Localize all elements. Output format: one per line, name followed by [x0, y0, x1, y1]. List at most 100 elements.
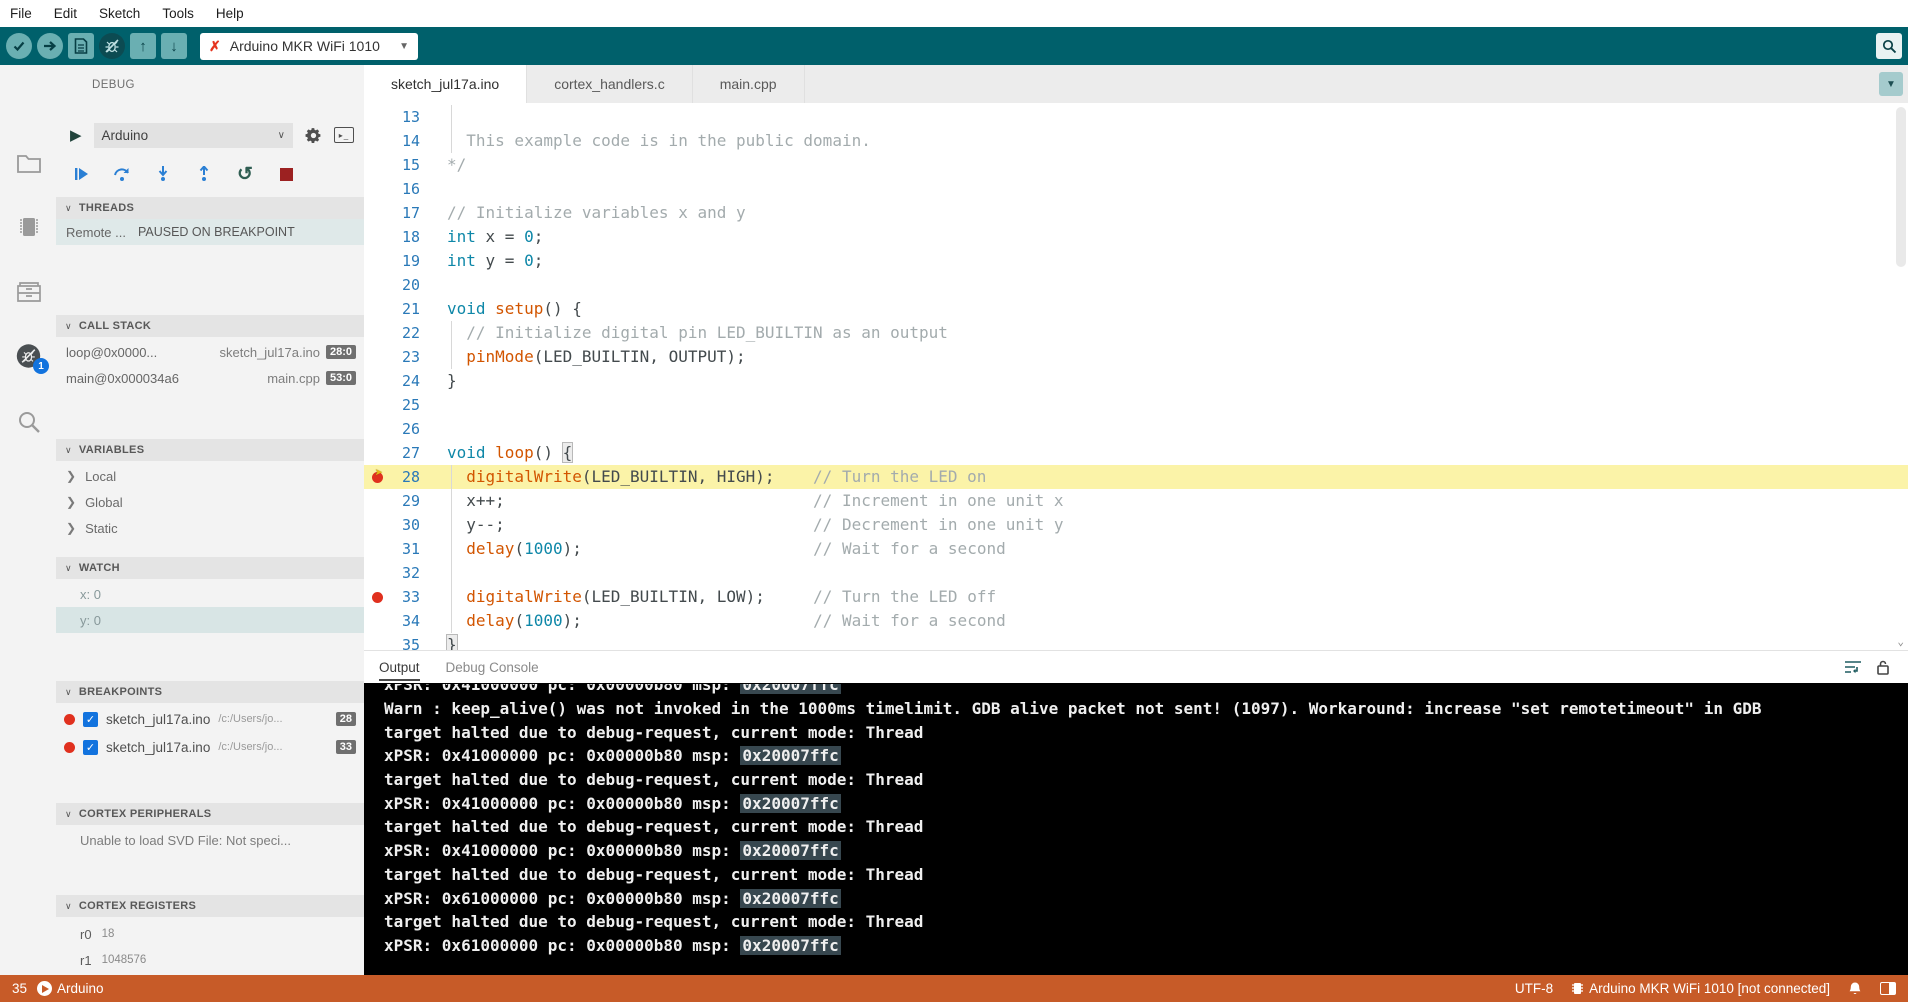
gutter[interactable]: 29 [364, 489, 447, 513]
step-out-button[interactable] [195, 165, 213, 183]
variables-scope-local[interactable]: ❯Local [56, 463, 364, 489]
soft-wrap-icon[interactable] [1844, 659, 1862, 675]
menu-item-help[interactable]: Help [216, 6, 244, 21]
code-line-25[interactable]: 25 [364, 393, 1908, 417]
gutter[interactable]: 23 [364, 345, 447, 369]
restart-button[interactable]: ↺ [236, 165, 254, 183]
code-line-22[interactable]: 22 // Initialize digital pin LED_BUILTIN… [364, 321, 1908, 345]
upload-button[interactable] [37, 33, 63, 59]
editor-dropdown-button[interactable]: ▼ [1879, 72, 1903, 96]
code-line-16[interactable]: 16 [364, 177, 1908, 201]
code-line-31[interactable]: 31 delay(1000); // Wait for a second [364, 537, 1908, 561]
gutter[interactable]: 35 [364, 633, 447, 650]
start-debug-icon[interactable]: ▶ [70, 126, 82, 144]
export-binary-button[interactable]: ↓ [161, 33, 187, 59]
breakpoint-checkbox[interactable]: ✓ [83, 712, 98, 727]
code-line-30[interactable]: 30 y--; // Decrement in one unit y [364, 513, 1908, 537]
tab-main.cpp[interactable]: main.cpp [693, 65, 805, 103]
debug-config-select[interactable]: Arduino ∨ [94, 123, 293, 148]
gutter[interactable]: 16 [364, 177, 447, 201]
serial-monitor-button[interactable] [1876, 33, 1902, 59]
continue-button[interactable] [72, 165, 90, 183]
code-line-20[interactable]: 20 [364, 273, 1908, 297]
watch-section-header[interactable]: ∨ WATCH [56, 557, 364, 579]
code-line-35[interactable]: 35} [364, 633, 1908, 650]
gutter[interactable]: 17 [364, 201, 447, 225]
gutter[interactable]: 18 [364, 225, 447, 249]
breakpoint-checkbox[interactable]: ✓ [83, 740, 98, 755]
gutter[interactable]: 33 [364, 585, 447, 609]
debug-settings-button[interactable] [305, 127, 322, 144]
code-line-19[interactable]: 19int y = 0; [364, 249, 1908, 273]
debug-button[interactable] [99, 33, 125, 59]
sidebar-item-search[interactable] [15, 408, 42, 435]
menu-item-sketch[interactable]: Sketch [99, 6, 140, 21]
code-line-13[interactable]: 13 [364, 105, 1908, 129]
step-into-button[interactable] [154, 165, 172, 183]
code-line-32[interactable]: 32 [364, 561, 1908, 585]
sidebar-item-sketchbook[interactable] [15, 149, 42, 176]
call-stack-section-header[interactable]: ∨ CALL STACK [56, 315, 364, 337]
cortex-registers-section-header[interactable]: ∨ CORTEX REGISTERS [56, 895, 364, 917]
status-encoding[interactable]: UTF-8 [1515, 981, 1553, 996]
code-line-33[interactable]: 33 digitalWrite(LED_BUILTIN, LOW); // Tu… [364, 585, 1908, 609]
code-line-26[interactable]: 26 [364, 417, 1908, 441]
gutter[interactable]: 14 [364, 129, 447, 153]
call-stack-row[interactable]: main@0x000034a6main.cpp53:0 [56, 365, 364, 391]
open-debug-console-button[interactable]: ▸_ [334, 127, 354, 143]
code-line-24[interactable]: 24} [364, 369, 1908, 393]
gutter[interactable]: 15 [364, 153, 447, 177]
gutter[interactable]: 32 [364, 561, 447, 585]
tab-debug-console[interactable]: Debug Console [446, 660, 539, 675]
gutter[interactable]: 30 [364, 513, 447, 537]
code-line-18[interactable]: 18int x = 0; [364, 225, 1908, 249]
menu-item-edit[interactable]: Edit [54, 6, 77, 21]
threads-section-header[interactable]: ∨ THREADS [56, 197, 364, 219]
code-editor[interactable]: ⌄ 1314 This example code is in the publi… [364, 103, 1908, 650]
toggle-panel-icon[interactable] [1880, 982, 1896, 995]
scroll-lock-icon[interactable] [1876, 659, 1890, 675]
code-line-29[interactable]: 29 x++; // Increment in one unit x [364, 489, 1908, 513]
menu-item-tools[interactable]: Tools [162, 6, 194, 21]
cortex-peripherals-section-header[interactable]: ∨ CORTEX PERIPHERALS [56, 803, 364, 825]
code-line-15[interactable]: 15*/ [364, 153, 1908, 177]
gutter[interactable]: ➤28 [364, 465, 447, 489]
code-line-28[interactable]: ➤28 digitalWrite(LED_BUILTIN, HIGH); // … [364, 465, 1908, 489]
gutter[interactable]: 19 [364, 249, 447, 273]
thread-row[interactable]: Remote ... PAUSED ON BREAKPOINT [56, 219, 364, 245]
register-row-r0[interactable]: r018 [56, 921, 364, 947]
breakpoint-row[interactable]: ✓sketch_jul17a.ino/c:/Users/jo...28 [56, 705, 364, 733]
output-console[interactable]: xPSR: 0x41000000 pc: 0x00000b80 msp: 0x2… [364, 683, 1908, 975]
code-line-14[interactable]: 14 This example code is in the public do… [364, 129, 1908, 153]
code-line-27[interactable]: 27void loop() { [364, 441, 1908, 465]
gutter[interactable]: 27 [364, 441, 447, 465]
menu-item-file[interactable]: File [10, 6, 32, 21]
gutter[interactable]: 24 [364, 369, 447, 393]
sidebar-item-library-manager[interactable] [15, 278, 42, 305]
step-over-button[interactable] [113, 165, 131, 183]
tab-sketch_jul17a.ino[interactable]: sketch_jul17a.ino [364, 65, 527, 103]
verify-button[interactable] [6, 33, 32, 59]
gutter[interactable]: 22 [364, 321, 447, 345]
watch-expression-y[interactable]: y: 0 [56, 607, 364, 633]
code-line-21[interactable]: 21void setup() { [364, 297, 1908, 321]
register-row-r1[interactable]: r11048576 [56, 947, 364, 973]
sidebar-item-boards-manager[interactable] [15, 213, 42, 240]
status-board[interactable]: Arduino MKR WiFi 1010 [not connected] [1571, 981, 1830, 996]
breakpoint-row[interactable]: ✓sketch_jul17a.ino/c:/Users/jo...33 [56, 733, 364, 761]
variables-scope-global[interactable]: ❯Global [56, 489, 364, 515]
upload-programmer-button[interactable]: ↑ [130, 33, 156, 59]
call-stack-row[interactable]: loop@0x0000...sketch_jul17a.ino28:0 [56, 339, 364, 365]
board-selector[interactable]: ✗ Arduino MKR WiFi 1010 ▼ [200, 33, 418, 60]
watch-expression-x[interactable]: x: 0 [56, 581, 364, 607]
tab-output[interactable]: Output [379, 660, 420, 675]
breakpoints-section-header[interactable]: ∨ BREAKPOINTS [56, 681, 364, 703]
bell-icon[interactable] [1848, 981, 1862, 996]
variables-section-header[interactable]: ∨ VARIABLES [56, 439, 364, 461]
gutter[interactable]: 34 [364, 609, 447, 633]
gutter[interactable]: 13 [364, 105, 447, 129]
gutter[interactable]: 20 [364, 273, 447, 297]
status-app[interactable]: Arduino [37, 981, 104, 996]
tab-cortex_handlers.c[interactable]: cortex_handlers.c [527, 65, 693, 103]
gutter[interactable]: 21 [364, 297, 447, 321]
